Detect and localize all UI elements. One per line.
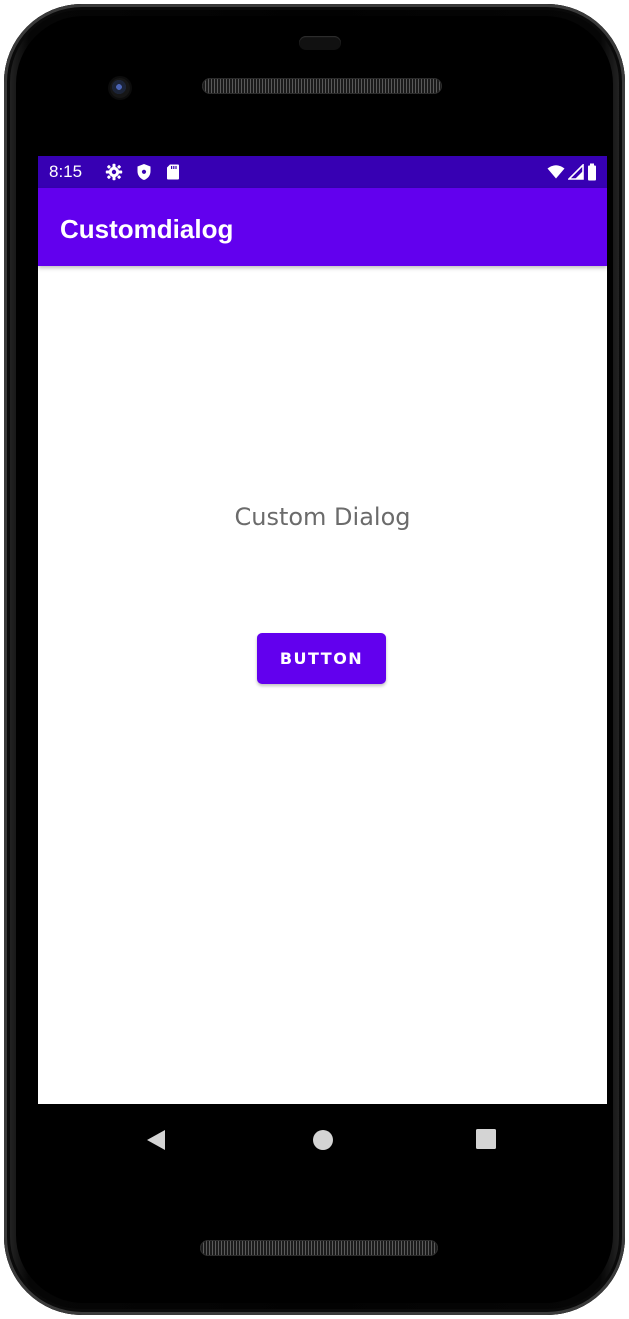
back-icon[interactable]: [145, 1128, 167, 1157]
front-camera: [110, 78, 130, 98]
home-icon[interactable]: [311, 1128, 335, 1157]
bottom-speaker-grille: [200, 1240, 438, 1256]
custom-dialog-text: Custom Dialog: [234, 503, 411, 531]
navigation-bar: [38, 1104, 607, 1176]
sd-card-icon: [164, 163, 182, 181]
status-time: 8:15: [49, 162, 83, 181]
recents-icon[interactable]: [475, 1128, 497, 1155]
shield-icon: [135, 163, 153, 181]
earpiece-notch: [299, 36, 341, 50]
app-title: Customdialog: [60, 214, 234, 244]
signal-icon: [568, 164, 584, 180]
wifi-icon: [547, 164, 565, 180]
battery-icon: [587, 163, 597, 181]
app-bar: Customdialog: [38, 188, 607, 266]
settings-icon: [105, 163, 123, 181]
main-action-button[interactable]: BUTTON: [257, 633, 386, 684]
top-speaker-grille: [202, 78, 442, 94]
status-bar: 8:15: [38, 156, 607, 188]
screen: 8:15 Customdialog Custom Dialog BUTTON: [38, 156, 607, 1104]
status-right-icons: [547, 163, 597, 181]
